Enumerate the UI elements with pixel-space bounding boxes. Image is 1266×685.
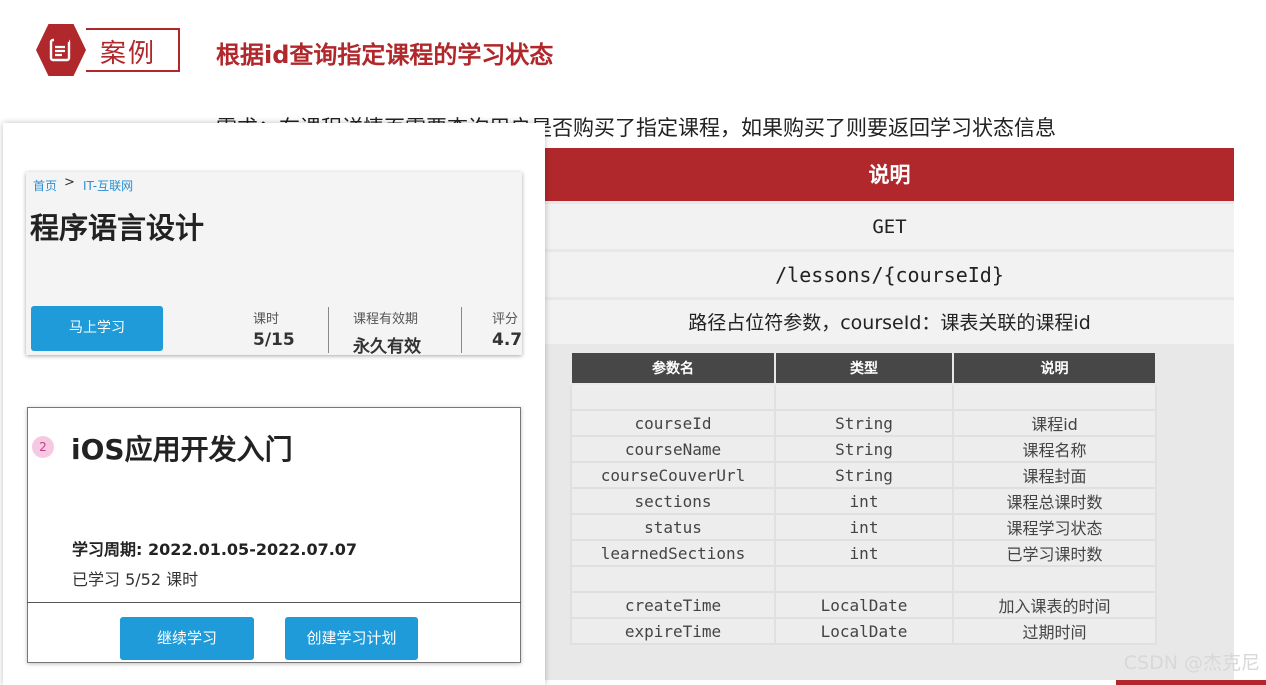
page-title: 根据id查询指定课程的学习状态: [216, 41, 554, 69]
watermark: CSDN @杰克尼: [1123, 652, 1260, 674]
param-desc: 课程总课时数: [952, 487, 1157, 515]
table-header-row: 参数名 类型 说明: [570, 351, 1157, 385]
column-header-type: 类型: [774, 351, 954, 385]
param-name: courseName: [570, 435, 776, 463]
param-desc: [952, 565, 1157, 593]
breadcrumb-category-link[interactable]: IT-互联网: [83, 177, 133, 194]
course-title: 程序语言设计: [30, 211, 205, 245]
column-header-name: 参数名: [570, 351, 776, 385]
document-icon: [49, 38, 71, 62]
http-method: GET: [545, 204, 1234, 249]
stat-lessons-label: 课时: [253, 312, 280, 327]
param-type: int: [774, 487, 954, 515]
study-period: 学习周期: 2022.01.05-2022.07.07: [72, 540, 358, 559]
param-desc: 课程封面: [952, 461, 1157, 489]
stat-rating-label: 评分: [492, 312, 519, 327]
param-type: [774, 383, 954, 411]
param-name: createTime: [570, 591, 776, 619]
param-desc: 课程学习状态: [952, 513, 1157, 541]
param-type: String: [774, 435, 954, 463]
table-row: expireTime LocalDate 过期时间: [570, 617, 1157, 645]
param-type: int: [774, 513, 954, 541]
table-row: courseId String 课程id: [570, 409, 1157, 437]
stat-validity-value: 永久有效: [353, 337, 421, 357]
stat-rating-value: 4.7: [492, 330, 523, 350]
table-row: sections int 课程总课时数: [570, 487, 1157, 515]
create-plan-button[interactable]: 创建学习计划: [285, 617, 418, 660]
param-desc: [952, 383, 1157, 411]
param-desc: 已学习课时数: [952, 539, 1157, 567]
plan-course-title: iOS应用开发入门: [71, 433, 293, 466]
stat-divider: [461, 307, 462, 353]
request-path: /lessons/{courseId}: [545, 252, 1234, 297]
param-name: [570, 383, 776, 411]
table-row: status int 课程学习状态: [570, 513, 1157, 541]
card-divider: [27, 602, 521, 603]
param-name: courseCouverUrl: [570, 461, 776, 489]
case-hex-badge: [36, 24, 86, 76]
case-tag-label: 案例: [100, 39, 157, 69]
table-row: courseName String 课程名称: [570, 435, 1157, 463]
param-name: courseId: [570, 409, 776, 437]
param-name: learnedSections: [570, 539, 776, 567]
spec-header: 说明: [545, 148, 1234, 201]
plan-number-badge: 2: [32, 436, 54, 458]
param-name: status: [570, 513, 776, 541]
stat-validity-label: 课程有效期: [353, 312, 419, 327]
stat-lessons-value: 5/15: [253, 330, 295, 350]
param-type: LocalDate: [774, 617, 954, 645]
learned-progress: 已学习 5/52 课时: [72, 570, 199, 589]
continue-learning-button[interactable]: 继续学习: [120, 617, 254, 660]
param-name: expireTime: [570, 617, 776, 645]
path-param-desc: 路径占位符参数，courseId：课表关联的课程id: [545, 300, 1234, 344]
param-type: String: [774, 461, 954, 489]
stat-divider: [328, 307, 329, 353]
table-row: [570, 383, 1157, 411]
response-params-table: 参数名 类型 说明 courseId String 课程id courseName S…: [570, 351, 1157, 645]
breadcrumb-home-link[interactable]: 首页: [33, 177, 57, 194]
param-desc: 课程名称: [952, 435, 1157, 463]
table-row: learnedSections int 已学习课时数: [570, 539, 1157, 567]
param-desc: 加入课表的时间: [952, 591, 1157, 619]
param-name: sections: [570, 487, 776, 515]
param-name: [570, 565, 776, 593]
param-desc: 过期时间: [952, 617, 1157, 645]
start-learning-button[interactable]: 马上学习: [31, 306, 163, 351]
accent-bar: [1116, 680, 1266, 685]
param-type: LocalDate: [774, 591, 954, 619]
table-row: createTime LocalDate 加入课表的时间: [570, 591, 1157, 619]
param-type: [774, 565, 954, 593]
param-type: String: [774, 409, 954, 437]
table-row: [570, 565, 1157, 593]
param-desc: 课程id: [952, 409, 1157, 437]
column-header-desc: 说明: [952, 351, 1157, 385]
breadcrumb-separator: >: [64, 175, 75, 190]
param-type: int: [774, 539, 954, 567]
table-row: courseCouverUrl String 课程封面: [570, 461, 1157, 489]
